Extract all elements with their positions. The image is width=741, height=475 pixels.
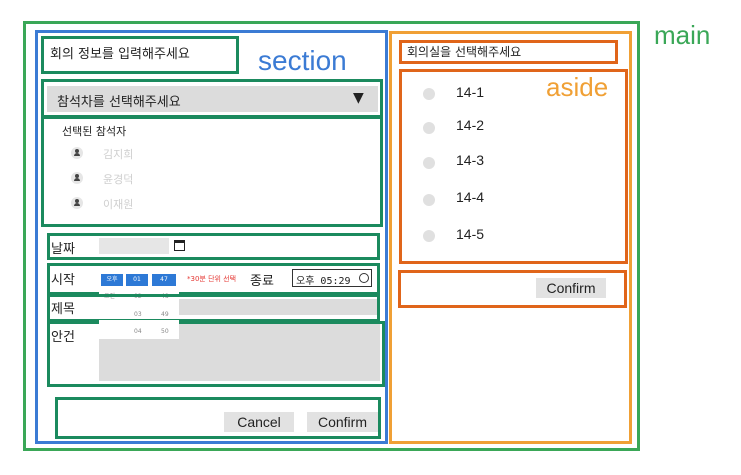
form-header-title: 회의 정보를 입력해주세요 [50,47,190,62]
room-label[interactable]: 14-2 [456,117,484,133]
date-input[interactable] [99,238,169,254]
room-radio[interactable] [423,88,435,100]
main-label: main [654,20,711,50]
room-label[interactable]: 14-4 [456,189,484,205]
room-radio[interactable] [423,194,435,206]
start-hour-select[interactable]: 01 [126,274,148,286]
room-radio[interactable] [423,157,435,169]
title-input[interactable] [179,299,377,315]
room-confirm-button[interactable]: Confirm [536,278,606,298]
start-label: 시작 [51,273,75,288]
date-row-box [47,233,380,260]
confirm-button[interactable]: Confirm [307,412,378,432]
end-time-value: 오후 05:29 [296,276,351,287]
person-icon [71,197,83,209]
room-radio[interactable] [423,230,435,242]
date-label: 날짜 [51,242,75,257]
attendee-select[interactable]: 참석차를 선택해주세요 ▼ [47,86,378,112]
title-label: 제목 [51,302,75,317]
start-minute-select[interactable]: 47 [152,274,176,286]
aside-header-title: 회의실을 선택해주세요 [407,45,522,59]
room-label[interactable]: 14-1 [456,84,484,100]
agenda-label: 안건 [51,330,75,345]
selected-attendees-title: 선택된 참석자 [62,125,127,138]
attendee-name: 김지희 [103,148,134,161]
person-icon [71,147,83,159]
room-label[interactable]: 14-5 [456,226,484,242]
section-label: section [258,45,347,76]
clock-icon [359,273,369,283]
end-label: 종료 [250,274,274,289]
calendar-icon[interactable] [174,240,185,251]
dropdown-hour[interactable]: 04 [134,328,142,335]
attendee-name: 윤경덕 [103,173,134,186]
person-icon [71,172,83,184]
start-ampm-select[interactable]: 오후 [101,274,123,286]
room-label[interactable]: 14-3 [456,152,484,168]
time-note: *30분 단위 선택 [187,275,237,283]
chevron-down-icon: ▼ [353,90,364,106]
attendee-select-text: 참석차를 선택해주세요 [57,95,181,110]
cancel-button[interactable]: Cancel [224,412,294,432]
dropdown-minute[interactable]: 50 [161,328,169,335]
attendee-name: 이재원 [103,198,134,211]
end-time-input[interactable]: 오후 05:29 [292,269,372,287]
room-radio[interactable] [423,122,435,134]
